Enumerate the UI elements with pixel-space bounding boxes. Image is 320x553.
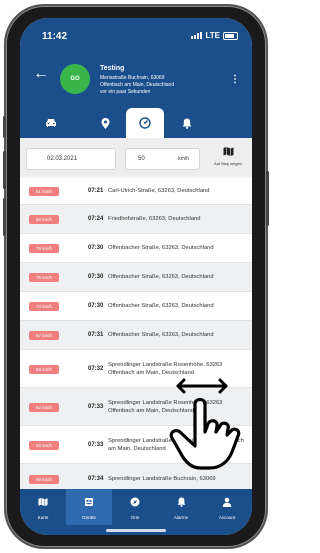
speed-threshold-field[interactable]: 50 km/h <box>125 148 200 170</box>
mute-switch <box>3 116 6 138</box>
tab-alarms[interactable] <box>168 108 206 138</box>
list-item[interactable]: 73 km/h 07:30 Offenbacher Straße, 63263,… <box>20 292 252 321</box>
avatar-text: GO <box>70 76 80 82</box>
event-time: 07:30 <box>88 245 104 251</box>
event-time: 07:30 <box>88 303 104 309</box>
nav-label: Geräte <box>82 515 96 520</box>
speedometer-icon <box>139 117 151 129</box>
person-icon <box>204 497 250 510</box>
speed-badge: 69 km/h <box>29 475 59 484</box>
bottom-navigation: Karte Geräte Orte Alarme Account <box>20 489 252 535</box>
tab-vehicle[interactable] <box>32 108 70 138</box>
list-item[interactable]: 79 km/h 07:30 Offenbacher Straße, 63263,… <box>20 234 252 263</box>
event-time: 07:30 <box>88 274 104 280</box>
home-indicator[interactable] <box>106 529 166 532</box>
tab-speed[interactable] <box>126 108 164 138</box>
volume-down-button <box>3 198 6 236</box>
speed-badge: 50 km/h <box>29 215 59 224</box>
map-icon <box>208 146 248 161</box>
event-time: 07:33 <box>88 404 104 410</box>
vehicle-name: Testing <box>100 65 125 72</box>
event-address: Sprendlinger Landstraße Buchrain, 63069 <box>108 476 216 482</box>
event-time: 07:31 <box>88 332 104 338</box>
tab-bar <box>20 108 252 138</box>
nav-devices[interactable]: Geräte <box>66 489 112 525</box>
status-bar: 11:42 LTE <box>20 18 252 48</box>
swipe-gesture-hand-icon <box>169 378 241 470</box>
speed-unit: km/h <box>178 156 189 162</box>
app-header: 11:42 LTE ← GO Testing Meriastraße Buchr… <box>20 18 252 138</box>
speed-badge: 73 km/h <box>29 302 59 311</box>
filter-bar: 02.03.2021 50 km/h Auf Map zeigen <box>20 138 252 176</box>
speed-badge: 79 km/h <box>29 244 59 253</box>
event-address: Offenbacher Straße, 63263, Deutschland <box>108 245 214 251</box>
event-address: Carl-Ulrich-Straße, 63263, Deutschland <box>108 188 210 194</box>
speed-value: 50 <box>138 156 145 162</box>
signal-icon <box>191 32 203 39</box>
date-value: 02.03.2021 <box>47 156 78 162</box>
car-icon <box>46 119 56 127</box>
tab-location[interactable] <box>86 108 124 138</box>
vehicle-address-line1: Meriastraße Buchrain, 63069 <box>100 75 165 81</box>
event-address: Offenbacher Straße, 63263, Deutschland <box>108 274 214 280</box>
vehicle-avatar: GO <box>60 64 90 94</box>
event-address: Offenbacher Straße, 63263, Deutschland <box>108 303 214 309</box>
event-time: 07:33 <box>88 442 104 448</box>
list-item[interactable]: 67 km/h 07:31 Offenbacher Straße, 63263,… <box>20 321 252 350</box>
map-icon <box>20 497 66 510</box>
speed-badge: 51 km/h <box>29 187 59 196</box>
speed-badge: 63 km/h <box>29 441 59 450</box>
bell-icon <box>158 497 204 510</box>
nav-map[interactable]: Karte <box>20 489 66 525</box>
event-time: 07:21 <box>88 188 104 194</box>
speed-badge: 76 km/h <box>29 273 59 282</box>
nav-alarms[interactable]: Alarme <box>158 489 204 525</box>
speed-badge: 67 km/h <box>29 331 59 340</box>
status-time: 11:42 <box>42 31 68 42</box>
bell-icon <box>182 118 192 129</box>
nav-label: Orte <box>130 515 140 520</box>
location-pin-icon <box>101 117 109 129</box>
date-field[interactable]: 02.03.2021 <box>26 148 116 170</box>
speed-badge: 62 km/h <box>29 403 59 412</box>
nav-account[interactable]: Account <box>204 489 250 525</box>
network-label: LTE <box>205 31 220 40</box>
nav-label: Alarme <box>173 515 189 520</box>
show-on-map-label: Auf Map zeigen <box>214 161 242 166</box>
list-item[interactable]: 76 km/h 07:30 Offenbacher Straße, 63263,… <box>20 263 252 292</box>
compass-icon <box>112 497 158 510</box>
back-arrow-icon[interactable]: ← <box>33 66 49 82</box>
volume-up-button <box>3 151 6 189</box>
event-time: 07:24 <box>88 216 104 222</box>
show-on-map-button[interactable]: Auf Map zeigen <box>208 146 248 172</box>
list-item[interactable]: 51 km/h 07:21 Carl-Ulrich-Straße, 63263,… <box>20 178 252 205</box>
vehicle-last-seen: vor ein paar Sekunden <box>100 89 151 95</box>
event-time: 07:34 <box>88 476 104 482</box>
status-icons: LTE <box>191 31 238 40</box>
speed-badge: 63 km/h <box>29 365 59 374</box>
nav-label: Karte <box>37 515 49 520</box>
event-address: Friedhofstraße, 63263, Deutschland <box>108 216 201 222</box>
event-address: Offenbacher Straße, 63263, Deutschland <box>108 332 214 338</box>
power-button <box>266 171 269 226</box>
nav-label: Account <box>218 515 236 520</box>
nav-places[interactable]: Orte <box>112 489 158 525</box>
more-menu-icon[interactable]: ⋮ <box>230 75 240 85</box>
event-time: 07:32 <box>88 366 104 372</box>
devices-icon <box>66 497 112 510</box>
list-item[interactable]: 50 km/h 07:24 Friedhofstraße, 63263, Deu… <box>20 205 252 234</box>
vehicle-address-line2: Offenbach am Main, Deutschland <box>100 82 175 88</box>
battery-icon <box>223 31 238 40</box>
